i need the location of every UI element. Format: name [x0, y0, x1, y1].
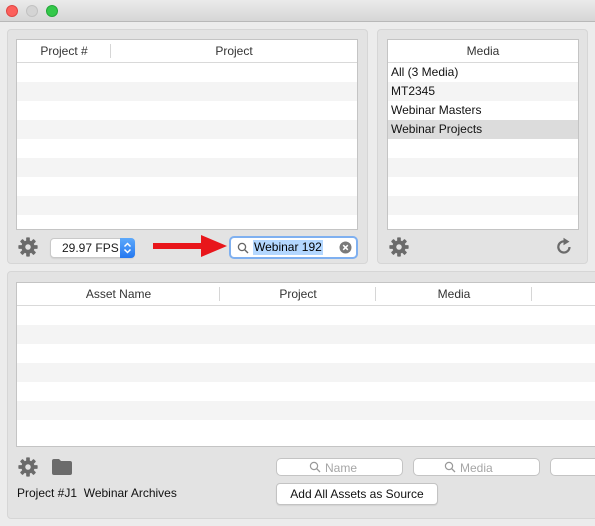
table-row — [17, 177, 357, 196]
column-header-asset-name[interactable]: Asset Name — [17, 283, 220, 305]
window-minimize-button[interactable] — [26, 5, 38, 17]
search-icon — [237, 242, 249, 254]
window-close-button[interactable] — [6, 5, 18, 17]
table-row — [17, 306, 595, 325]
project-status: Project #J1 Webinar Archives — [17, 486, 177, 500]
media-item-webinar-masters[interactable]: Webinar Masters — [388, 101, 578, 120]
asset-table-header: Asset Name Project Media — [17, 283, 595, 306]
asset-table-body — [17, 306, 595, 439]
table-row — [17, 215, 357, 229]
table-row — [17, 120, 357, 139]
chevron-updown-icon — [120, 238, 135, 258]
list-item — [388, 196, 578, 215]
media-item-all[interactable]: All (3 Media) — [388, 63, 578, 82]
table-row — [17, 139, 357, 158]
asset-table[interactable]: Asset Name Project Media — [16, 282, 595, 447]
window-zoom-button[interactable] — [46, 5, 58, 17]
name-filter-field[interactable]: Name — [276, 458, 403, 476]
gear-icon[interactable] — [17, 456, 39, 478]
media-filter-placeholder: Media — [460, 461, 493, 475]
list-item — [388, 139, 578, 158]
project-search-text: Webinar 192 — [253, 240, 323, 255]
gear-icon[interactable] — [17, 236, 39, 258]
media-list[interactable]: Media All (3 Media) MT2345 Webinar Maste… — [387, 39, 579, 230]
folder-icon[interactable] — [51, 458, 73, 476]
column-header-media[interactable]: Media — [388, 40, 578, 62]
window-titlebar — [0, 0, 595, 22]
search-icon — [309, 461, 321, 473]
project-table-header: Project # Project — [17, 40, 357, 63]
table-row — [17, 344, 595, 363]
table-row — [17, 196, 357, 215]
media-filter-field[interactable]: Media — [413, 458, 540, 476]
table-row — [17, 325, 595, 344]
project-code: Project #J1 — [17, 486, 78, 500]
table-row — [17, 101, 357, 120]
search-icon — [444, 461, 456, 473]
column-header-asset-media[interactable]: Media — [376, 283, 532, 305]
column-header-project-number[interactable]: Project # — [17, 40, 111, 62]
table-row — [17, 363, 595, 382]
table-row — [17, 63, 357, 82]
project-name: Webinar Archives — [83, 486, 177, 500]
table-row — [17, 158, 357, 177]
name-filter-placeholder: Name — [325, 461, 358, 475]
fps-select-value: 29.97 FPS — [62, 241, 119, 255]
refresh-icon[interactable] — [553, 236, 575, 258]
table-row — [17, 401, 595, 420]
extra-filter-field[interactable] — [550, 458, 595, 476]
table-row — [17, 382, 595, 401]
media-list-header: Media — [388, 40, 578, 63]
project-search-field[interactable]: Webinar 192 — [229, 236, 358, 259]
project-table-body — [17, 63, 357, 229]
add-all-assets-button[interactable]: Add All Assets as Source — [276, 483, 438, 505]
fps-select[interactable]: 29.97 FPS — [50, 238, 135, 258]
media-item-mt2345[interactable]: MT2345 — [388, 82, 578, 101]
list-item — [388, 158, 578, 177]
list-item — [388, 177, 578, 196]
column-header-asset-project[interactable]: Project — [220, 283, 376, 305]
red-arrow — [153, 235, 227, 257]
clear-icon[interactable] — [339, 241, 352, 254]
media-item-webinar-projects[interactable]: Webinar Projects — [388, 120, 578, 139]
project-table[interactable]: Project # Project — [16, 39, 358, 230]
table-row — [17, 420, 595, 439]
gear-icon[interactable] — [388, 236, 410, 258]
column-header-project[interactable]: Project — [111, 40, 357, 62]
table-row — [17, 82, 357, 101]
